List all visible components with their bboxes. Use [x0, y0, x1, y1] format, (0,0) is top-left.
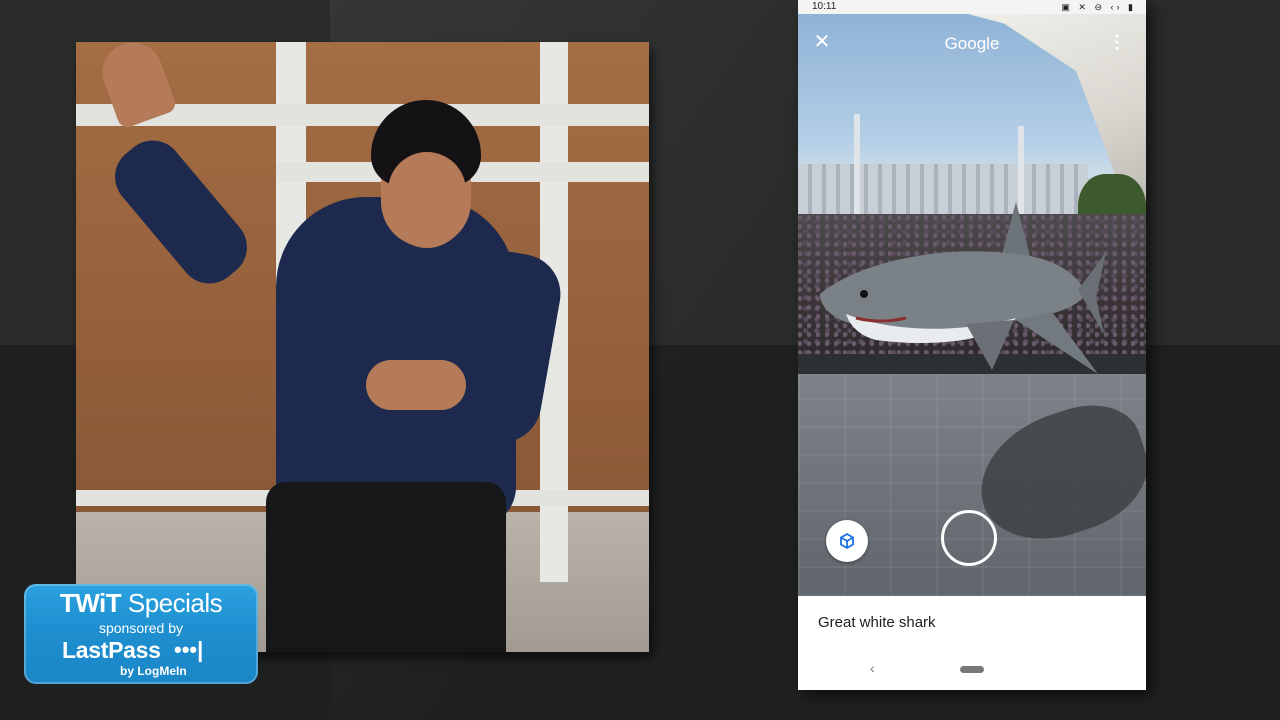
badge-sponsored: sponsored by [98, 620, 184, 636]
presenter-pants [266, 482, 506, 652]
presenter-face [388, 152, 466, 248]
status-time: 10:11 [812, 1, 837, 12]
code-icon: ‹› [1110, 2, 1123, 12]
badge-by-logmein: by LogMeIn [120, 664, 187, 678]
battery-icon: ▮ [1128, 2, 1136, 12]
app-title: Google [944, 34, 1000, 53]
status-icons: ▣ ✕ ⊖ ‹› ▮ [1061, 0, 1136, 14]
back-nav-icon[interactable]: ‹ [870, 660, 875, 676]
more-vert-icon[interactable]: ⋮ [1108, 32, 1126, 52]
shutter-button[interactable] [941, 510, 997, 566]
phone-screen: 10:11 ▣ ✕ ⊖ ‹› ▮ ✕ Google ⋮ Great white … [798, 0, 1146, 690]
minus-circle-icon: ⊖ [1094, 2, 1106, 12]
twit-specials-badge: TWiT Specials sponsored by LastPass •••|… [24, 584, 258, 684]
source-watermark: Source: Google [952, 640, 1126, 667]
badge-brand-dots: •••| [174, 637, 204, 662]
ar-camera-view[interactable] [798, 14, 1146, 596]
presenter-hands [366, 360, 466, 410]
badge-brand: LastPass [62, 637, 161, 663]
shark-3d-model[interactable] [816, 194, 1106, 374]
nfc-icon: ▣ [1061, 2, 1073, 12]
lens-app-bar: ✕ Google ⋮ [798, 14, 1146, 70]
presenter-video-frame [76, 42, 649, 652]
cube-icon [840, 532, 854, 550]
badge-title-bold: TWiT [59, 588, 122, 618]
mute-icon: ✕ [1078, 2, 1089, 12]
badge-title: TWiT Specials [24, 588, 258, 619]
result-label[interactable]: Great white shark [818, 614, 936, 631]
badge-title-light: Specials [121, 588, 223, 618]
view-3d-button[interactable] [826, 520, 868, 562]
status-bar: 10:11 ▣ ✕ ⊖ ‹› ▮ [798, 0, 1146, 14]
